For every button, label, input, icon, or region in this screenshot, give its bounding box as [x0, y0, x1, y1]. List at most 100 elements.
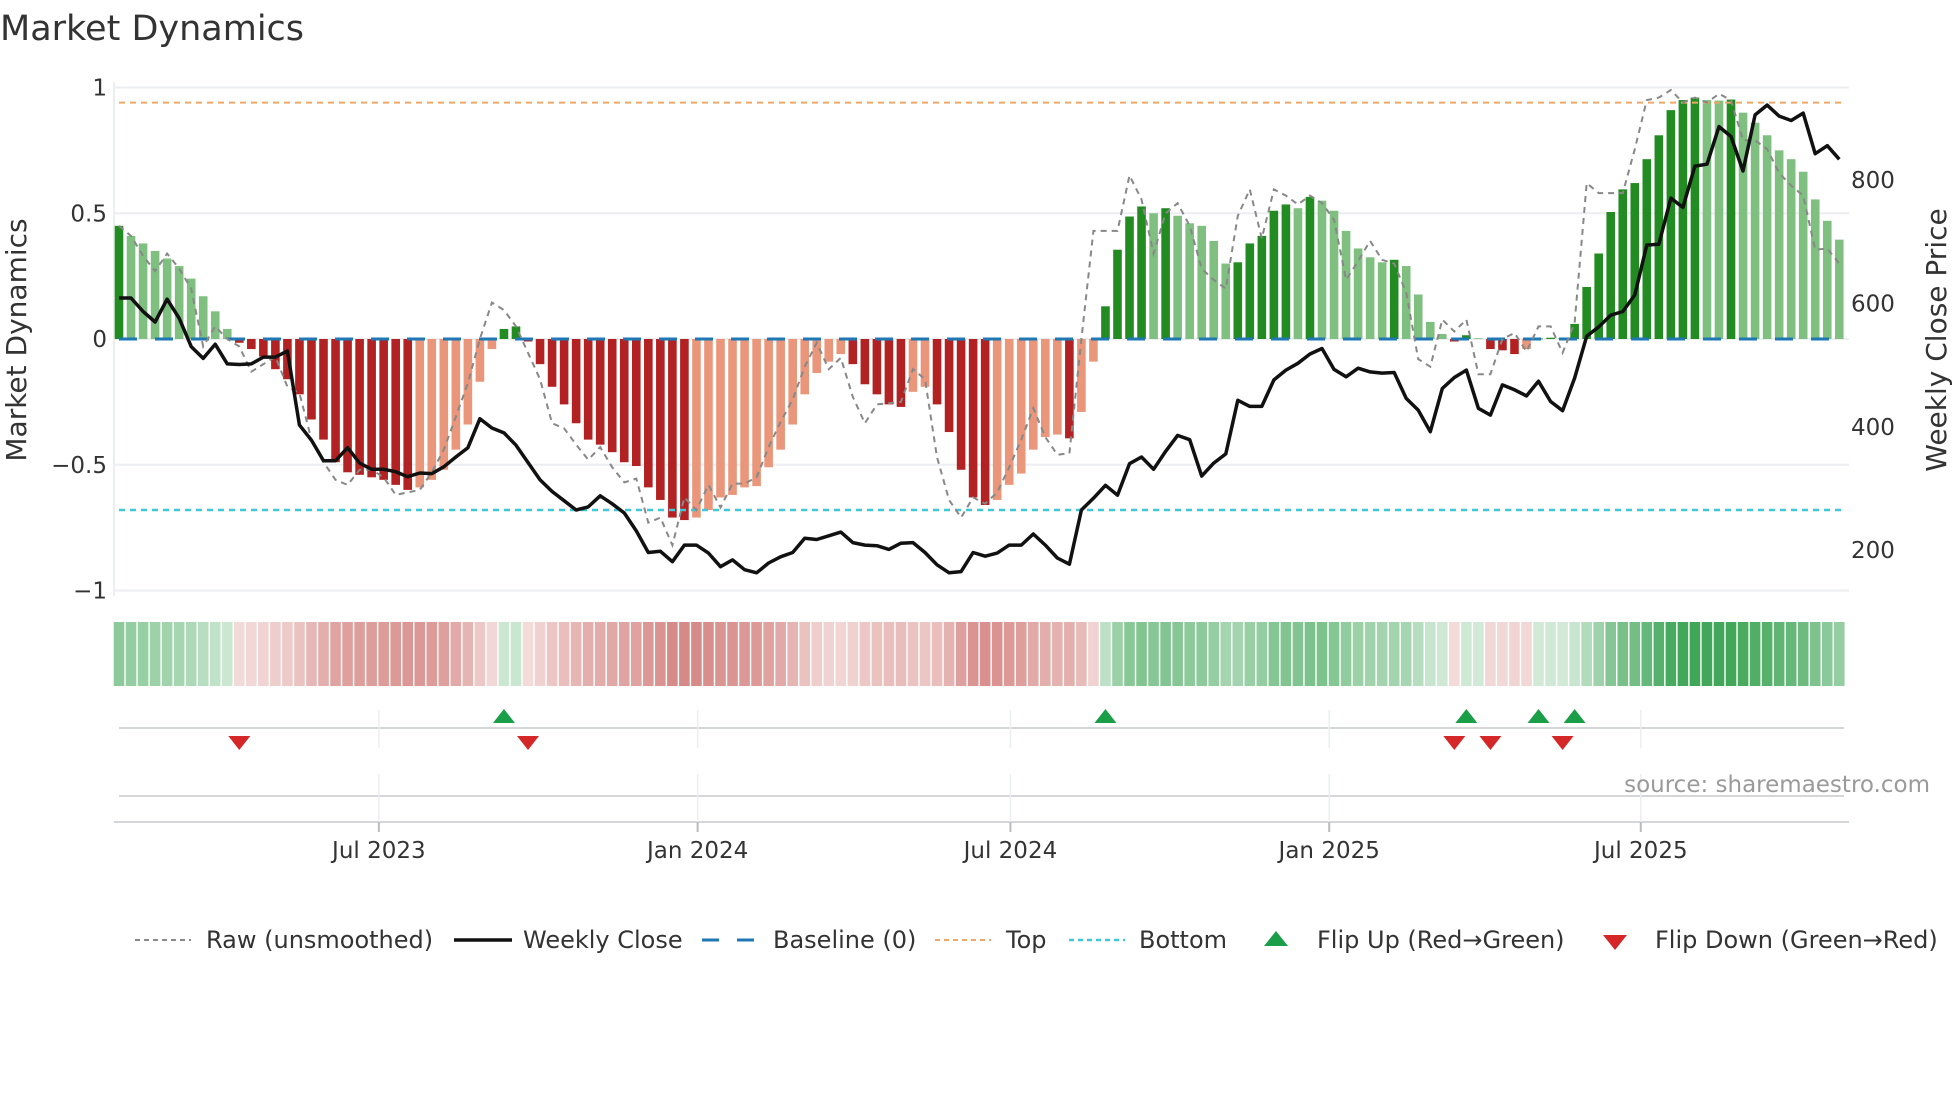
bar: [222, 328, 232, 339]
heat-cell: [727, 622, 738, 686]
flip-down-marker: [1551, 736, 1574, 750]
bar: [1738, 112, 1748, 340]
bar: [1089, 339, 1098, 362]
heat-cell: [1364, 622, 1376, 686]
bar: [884, 339, 894, 405]
bar: [944, 339, 954, 433]
heat-cell: [1641, 622, 1653, 686]
heat-cell: [1737, 622, 1749, 686]
bar: [126, 235, 136, 339]
heat-cell: [246, 622, 257, 686]
legend-flip-up: Flip Up (Red→Green): [1317, 926, 1565, 954]
bar: [1341, 230, 1351, 339]
bar: [1774, 150, 1784, 339]
bar: [379, 339, 388, 480]
flip-down-marker: [1443, 736, 1466, 750]
heat-cell: [1689, 622, 1701, 686]
y2-tick-label: 600: [1851, 292, 1895, 318]
bar: [463, 339, 473, 425]
bar: [992, 339, 1002, 500]
y2-tick-label: 800: [1851, 168, 1895, 194]
heat-cell: [1617, 622, 1629, 686]
heat-cell: [173, 622, 185, 686]
raw-line: [118, 88, 1841, 549]
bar: [427, 339, 437, 480]
bar: [656, 339, 665, 500]
heat-cell: [1473, 622, 1484, 686]
heat-cell: [1172, 622, 1183, 686]
heat-cell: [811, 622, 823, 686]
bar: [475, 339, 485, 382]
y-tick-label: −0.5: [51, 453, 107, 479]
x-tick-label: Jan 2024: [645, 838, 748, 864]
heat-cell: [1533, 622, 1544, 686]
bar: [1401, 266, 1411, 339]
heat-cell: [1773, 622, 1785, 686]
heat-cell: [1725, 622, 1737, 686]
legend-close: Weekly Close: [523, 926, 683, 954]
heat-cell: [1220, 622, 1232, 686]
bar: [559, 339, 569, 405]
bar: [704, 339, 713, 511]
bar: [668, 339, 677, 518]
heat-cell: [1015, 622, 1027, 686]
bar: [391, 339, 400, 485]
heat-cell: [221, 622, 233, 686]
bar: [1197, 225, 1206, 339]
heat-cell: [1497, 622, 1508, 686]
heat-cell: [739, 622, 750, 686]
y-axis-label: Market Dynamics: [0, 218, 33, 461]
flip-up-marker: [1455, 709, 1478, 723]
legend-baseline: Baseline (0): [773, 926, 916, 954]
flip-markers: [228, 709, 1586, 750]
heat-cell: [1268, 622, 1280, 686]
y2-tick-label: 200: [1851, 538, 1895, 564]
heat-cell: [1040, 622, 1051, 686]
bar: [872, 339, 882, 395]
y-tick-label: 0: [92, 327, 107, 353]
bar: [1293, 208, 1303, 339]
bar: [1209, 240, 1219, 339]
heat-cell: [1821, 622, 1833, 686]
heat-cell: [1485, 622, 1496, 686]
heat-cell: [234, 622, 245, 686]
legend: Raw (unsmoothed) Weekly Close Baseline (…: [135, 926, 1938, 954]
bar: [1233, 262, 1243, 339]
heat-cell: [161, 622, 173, 686]
bar: [1413, 294, 1423, 339]
bars: [114, 97, 1844, 521]
flip-up-marker: [1563, 709, 1586, 723]
heat-cell: [522, 622, 534, 686]
heat-cell: [1509, 622, 1520, 686]
heat-cell: [1196, 622, 1207, 686]
heat-cell: [775, 622, 786, 686]
heat-cell: [258, 622, 269, 686]
bar: [1257, 235, 1267, 339]
bar: [980, 339, 990, 505]
flip-down-icon: [1603, 935, 1627, 950]
bar: [114, 225, 124, 339]
heat-cell: [859, 622, 871, 686]
heat-cell: [919, 622, 931, 686]
heat-cell: [1112, 622, 1123, 686]
heat-cell: [1797, 622, 1809, 686]
heat-strip: [113, 622, 1845, 686]
heat-cell: [751, 622, 762, 686]
bar: [1125, 216, 1134, 339]
bar: [692, 339, 701, 518]
x-tick-label: Jul 2023: [330, 838, 426, 864]
heat-cell: [1100, 622, 1111, 686]
heat-cell: [1653, 622, 1665, 686]
heat-cell: [643, 622, 654, 686]
heat-cell: [835, 622, 847, 686]
bar: [1425, 321, 1435, 339]
heat-cell: [1148, 622, 1159, 686]
bar: [535, 339, 545, 365]
heat-cell: [1352, 622, 1364, 686]
heat-cell: [462, 622, 474, 686]
legend-flip-down: Flip Down (Green→Red): [1655, 926, 1938, 954]
bar: [848, 339, 858, 365]
bar: [752, 339, 761, 487]
bar: [403, 339, 413, 490]
heat-cell: [1749, 622, 1761, 686]
